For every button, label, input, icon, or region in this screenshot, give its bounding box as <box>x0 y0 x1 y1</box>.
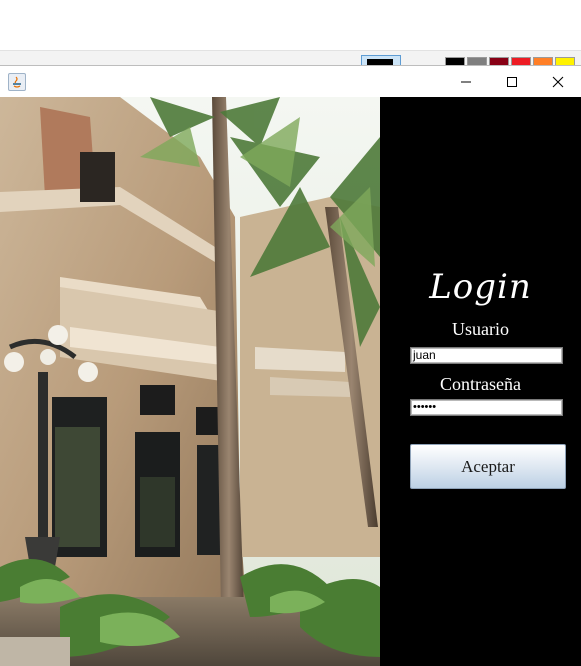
building-illustration <box>0 97 380 666</box>
minimize-icon <box>461 81 471 82</box>
password-input[interactable]: •••••• <box>410 399 563 416</box>
password-label: Contraseña <box>440 374 521 394</box>
accept-button[interactable]: Aceptar <box>410 444 566 489</box>
close-button[interactable] <box>535 66 581 97</box>
close-icon <box>552 76 564 87</box>
java-icon <box>8 73 26 91</box>
maximize-button[interactable] <box>489 66 535 97</box>
maximize-icon <box>507 76 517 87</box>
login-window: Login Usuario juan Contraseña •••••• Ace… <box>0 65 581 666</box>
background-app <box>0 0 581 68</box>
title-bar[interactable] <box>0 66 581 97</box>
login-title: Login <box>429 267 532 307</box>
minimize-button[interactable] <box>443 66 489 97</box>
user-input[interactable]: juan <box>410 347 563 364</box>
login-panel: Login Usuario juan Contraseña •••••• Ace… <box>380 97 581 666</box>
user-label: Usuario <box>452 319 509 339</box>
building-photo <box>0 97 380 666</box>
